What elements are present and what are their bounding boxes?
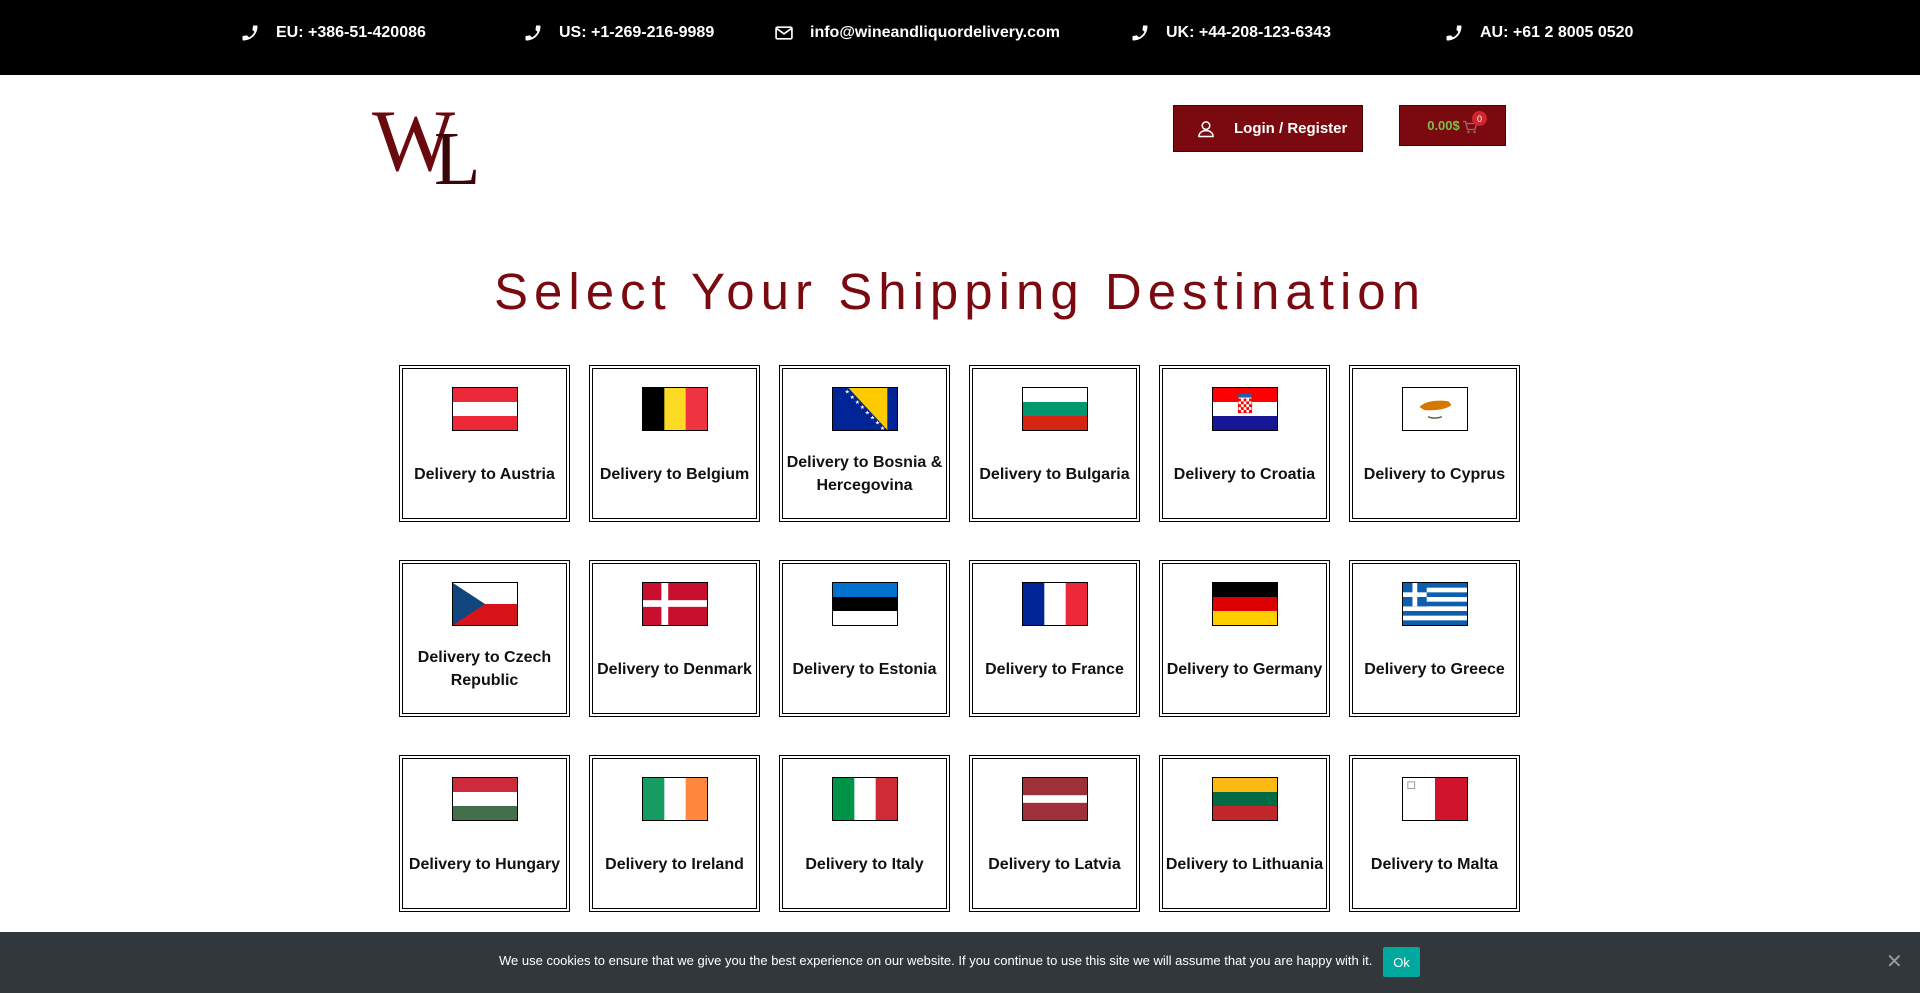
destination-card-france[interactable]: Delivery to France [969,560,1140,717]
cart-button[interactable]: 0.00$ 0 [1399,105,1506,146]
austria-flag-icon [452,387,518,431]
malta-flag-icon [1402,777,1468,821]
contact-text: UK: +44-208-123-6343 [1166,24,1331,41]
germany-flag-icon [1212,582,1278,626]
destination-label: Delivery to Belgium [599,465,750,483]
destination-label: Delivery to Latvia [988,855,1121,873]
contact-au-phone[interactable]: AU: +61 2 8005 0520 [1444,0,1633,66]
phone-icon [240,23,260,43]
destination-label: Delivery to Hungary [408,855,561,873]
contact-eu-phone[interactable]: EU: +386-51-420086 [240,0,426,66]
destination-label: Delivery to Austria [414,465,555,483]
destination-card-croatia[interactable]: Delivery to Croatia [1159,365,1330,522]
page-title: Select Your Shipping Destination [493,263,1427,320]
croatia-flag-icon [1212,387,1278,431]
phone-icon [1130,23,1150,43]
destination-label: Delivery to Estonia [792,660,937,678]
destination-card-bulgaria[interactable]: Delivery to Bulgaria [969,365,1140,522]
destination-label: Delivery to Greece [1364,660,1505,678]
cookie-ok-button[interactable]: Ok [1383,947,1420,977]
destination-card-italy[interactable]: Delivery to Italy [779,755,950,912]
italy-flag-icon [832,777,898,821]
destination-label: Delivery to Cyprus [1363,465,1506,483]
destination-card-denmark[interactable]: Delivery to Denmark [589,560,760,717]
latvia-flag-icon [1022,777,1088,821]
destination-label: Delivery to Malta [1370,855,1499,873]
cookie-text: We use cookies to ensure that we give yo… [499,953,1373,968]
contact-text: info@wineandliquordelivery.com [810,24,1061,41]
destination-label: Delivery to Czech Republic [417,649,552,689]
ireland-flag-icon [642,777,708,821]
lithuania-flag-icon [1212,777,1278,821]
destination-card-germany[interactable]: Delivery to Germany [1159,560,1330,717]
contact-bar: EU: +386-51-420086 US: +1-269-216-9989 i… [0,0,1920,75]
bulgaria-flag-icon [1022,387,1088,431]
contact-text: AU: +61 2 8005 0520 [1480,24,1634,41]
belgium-flag-icon [642,387,708,431]
hungary-flag-icon [452,777,518,821]
user-icon [1196,119,1216,139]
destination-card-czech[interactable]: Delivery to Czech Republic [399,560,570,717]
destination-card-latvia[interactable]: Delivery to Latvia [969,755,1140,912]
destination-label: Delivery to France [985,660,1124,678]
estonia-flag-icon [832,582,898,626]
france-flag-icon [1022,582,1088,626]
phone-icon [1444,23,1464,43]
contact-email[interactable]: info@wineandliquordelivery.com [774,0,1060,66]
czech-flag-icon [452,582,518,626]
destination-label: Delivery to Bosnia & Hercegovina [786,454,943,494]
phone-icon [523,23,543,43]
destination-card-malta[interactable]: Delivery to Malta [1349,755,1520,912]
contact-text: EU: +386-51-420086 [276,24,426,41]
svg-text:L: L [434,117,480,188]
destination-label: Delivery to Germany [1166,660,1323,678]
login-register-button[interactable]: Login / Register [1173,105,1363,152]
destination-label: Delivery to Lithuania [1165,855,1324,873]
envelope-icon [774,23,794,43]
contact-text: US: +1-269-216-9989 [559,24,715,41]
contact-us-phone[interactable]: US: +1-269-216-9989 [523,0,714,66]
destination-label: Delivery to Bulgaria [979,465,1130,483]
destination-label: Delivery to Italy [805,855,924,873]
destination-card-austria[interactable]: Delivery to Austria [399,365,570,522]
destination-card-cyprus[interactable]: Delivery to Cyprus [1349,365,1520,522]
destination-card-hungary[interactable]: Delivery to Hungary [399,755,570,912]
destination-card-greece[interactable]: Delivery to Greece [1349,560,1520,717]
destination-card-lithuania[interactable]: Delivery to Lithuania [1159,755,1330,912]
site-logo[interactable]: W L [372,93,514,201]
contact-uk-phone[interactable]: UK: +44-208-123-6343 [1130,0,1331,66]
login-register-label: Login / Register [1234,120,1348,137]
greece-flag-icon [1402,582,1468,626]
cart-total: 0.00$ [1427,118,1460,133]
bosnia-flag-icon: ★ ★ ★ ★ ★ ★ ★ ★ [832,387,898,431]
destination-label: Delivery to Croatia [1173,465,1316,483]
cart-count-badge: 0 [1472,111,1487,126]
cyprus-flag-icon [1402,387,1468,431]
destination-label: Delivery to Denmark [597,660,752,678]
cookie-notice: We use cookies to ensure that we give yo… [0,932,1920,993]
denmark-flag-icon [642,582,708,626]
destination-card-belgium[interactable]: Delivery to Belgium [589,365,760,522]
destination-card-ireland[interactable]: Delivery to Ireland [589,755,760,912]
destination-card-bosnia[interactable]: ★ ★ ★ ★ ★ ★ ★ ★ Delivery to Bosnia & Hercegovina [779,365,950,522]
close-icon[interactable]: ✕ [1886,952,1903,972]
destination-card-estonia[interactable]: Delivery to Estonia [779,560,950,717]
svg-text:★: ★ [880,425,885,430]
destination-label: Delivery to Ireland [605,855,744,873]
